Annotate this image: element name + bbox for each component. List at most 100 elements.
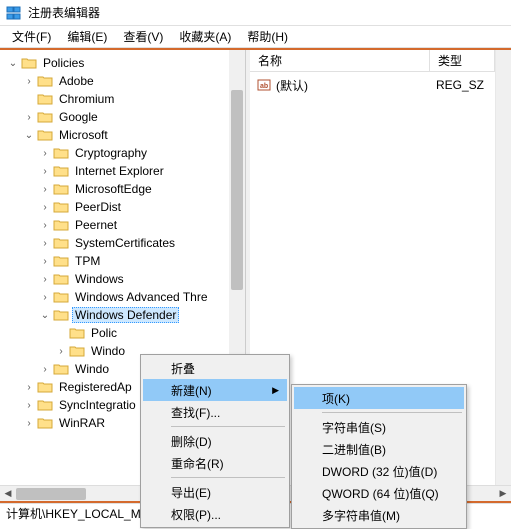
folder-icon (53, 236, 69, 250)
tree-node-label: Windows Advanced Thre (72, 289, 211, 305)
chevron-right-icon[interactable]: › (38, 200, 52, 214)
folder-icon (37, 398, 53, 412)
ctx-rename[interactable]: 重命名(R) (143, 452, 287, 474)
scrollbar-thumb[interactable] (231, 90, 243, 290)
list-cell-type: REG_SZ (436, 78, 484, 92)
ctx-separator (171, 477, 285, 478)
list-vertical-scrollbar[interactable] (495, 50, 511, 501)
menu-edit[interactable]: 编辑(E) (59, 26, 115, 47)
tree-node-label: Adobe (56, 73, 97, 89)
ctx-new-string[interactable]: 字符串值(S) (294, 416, 464, 438)
ctx-new-qword[interactable]: QWORD (64 位)值(Q) (294, 482, 464, 504)
ctx-separator (171, 426, 285, 427)
chevron-right-icon[interactable]: › (38, 164, 52, 178)
chevron-right-icon[interactable]: › (38, 218, 52, 232)
chevron-right-icon[interactable]: › (22, 416, 36, 430)
chevron-right-icon[interactable]: › (22, 74, 36, 88)
chevron-down-icon[interactable]: ⌄ (38, 308, 52, 322)
status-path: 计算机\HKEY_LOCAL_M (6, 505, 141, 522)
folder-icon (53, 218, 69, 232)
chevron-right-icon[interactable]: › (38, 362, 52, 376)
ctx-collapse[interactable]: 折叠 (143, 357, 287, 379)
menu-favorites[interactable]: 收藏夹(A) (171, 26, 239, 47)
chevron-right-icon[interactable]: › (38, 146, 52, 160)
folder-icon (53, 146, 69, 160)
tree-node-label: MicrosoftEdge (72, 181, 155, 197)
tree-node[interactable]: ›TPM (2, 252, 245, 270)
tree-node-label: Polic (88, 325, 120, 341)
menu-help[interactable]: 帮助(H) (239, 26, 296, 47)
ctx-new-dword[interactable]: DWORD (32 位)值(D) (294, 460, 464, 482)
tree-node[interactable]: Polic (2, 324, 245, 342)
tree-node[interactable]: ›Cryptography (2, 144, 245, 162)
chevron-right-icon[interactable]: › (38, 254, 52, 268)
chevron-right-icon[interactable]: › (38, 290, 52, 304)
tree-node-label: Windo (72, 361, 112, 377)
folder-icon (37, 380, 53, 394)
tree-node-label: Internet Explorer (72, 163, 167, 179)
tree-node[interactable]: › SystemCertificates (2, 234, 245, 252)
ctx-new[interactable]: 新建(N) ▶ (143, 379, 287, 401)
chevron-down-icon[interactable]: ⌄ (6, 56, 20, 70)
tree-node[interactable]: Chromium (2, 90, 245, 108)
folder-icon (53, 308, 69, 322)
tree-node[interactable]: › MicrosoftEdge (2, 180, 245, 198)
chevron-right-icon[interactable]: › (38, 272, 52, 286)
scroll-right-button[interactable]: ▶ (495, 485, 511, 501)
tree-node[interactable]: › Adobe (2, 72, 245, 90)
tree-node-label: Windo (88, 343, 128, 359)
tree-node[interactable]: › Windows Advanced Thre (2, 288, 245, 306)
chevron-right-icon[interactable]: › (22, 380, 36, 394)
tree-node-label: Microsoft (56, 127, 111, 143)
scroll-left-button[interactable]: ◀ (0, 485, 16, 501)
folder-icon (21, 56, 37, 70)
folder-icon (53, 182, 69, 196)
ctx-separator (322, 412, 462, 413)
chevron-right-icon[interactable]: › (54, 344, 68, 358)
tree-node[interactable]: ⌄ Policies (2, 54, 245, 72)
tree-node[interactable]: ›Windows (2, 270, 245, 288)
ctx-permissions[interactable]: 权限(P)... (143, 503, 287, 525)
ctx-new-key[interactable]: 项(K) (294, 387, 464, 409)
ctx-new-binary[interactable]: 二进制值(B) (294, 438, 464, 460)
menu-view[interactable]: 查看(V) (115, 26, 171, 47)
column-header-type[interactable]: 类型 (430, 50, 495, 72)
ctx-find[interactable]: 查找(F)... (143, 401, 287, 423)
window-title: 注册表编辑器 (28, 4, 100, 21)
context-menu: 折叠 新建(N) ▶ 查找(F)... 删除(D) 重命名(R) 导出(E) 权… (140, 354, 290, 528)
chevron-right-icon[interactable]: › (22, 110, 36, 124)
tree-node[interactable]: ⌄ Windows Defender (2, 306, 245, 324)
tree-node[interactable]: › Google (2, 108, 245, 126)
scrollbar-thumb[interactable] (16, 488, 86, 500)
folder-icon (37, 416, 53, 430)
ctx-delete[interactable]: 删除(D) (143, 430, 287, 452)
chevron-right-icon[interactable]: › (38, 236, 52, 250)
folder-icon (53, 200, 69, 214)
chevron-right-icon[interactable]: › (38, 182, 52, 196)
tree-node[interactable]: ›PeerDist (2, 198, 245, 216)
tree-node-label: Peernet (72, 217, 120, 233)
context-submenu-new: 项(K) 字符串值(S) 二进制值(B) DWORD (32 位)值(D) QW… (291, 384, 467, 529)
tree-node-label: Windows Defender (72, 307, 179, 323)
ctx-export[interactable]: 导出(E) (143, 481, 287, 503)
folder-icon (53, 272, 69, 286)
tree-node-label: Google (56, 109, 101, 125)
tree-node-label: SystemCertificates (72, 235, 178, 251)
folder-icon (69, 344, 85, 358)
regedit-icon (6, 5, 22, 21)
list-row[interactable]: REG_SZ (436, 76, 489, 94)
tree-node[interactable]: › Peernet (2, 216, 245, 234)
tree-node[interactable]: ⌄ Microsoft (2, 126, 245, 144)
folder-icon (37, 92, 53, 106)
column-header-name[interactable]: 名称 (250, 50, 430, 72)
list-row[interactable]: ab (默认) (256, 76, 424, 94)
tree-node[interactable]: › Internet Explorer (2, 162, 245, 180)
list-cell-name: (默认) (276, 77, 308, 94)
folder-icon (53, 164, 69, 178)
menu-file[interactable]: 文件(F) (4, 26, 59, 47)
chevron-right-icon[interactable]: › (22, 398, 36, 412)
chevron-down-icon[interactable]: ⌄ (22, 128, 36, 142)
submenu-arrow-icon: ▶ (272, 385, 279, 396)
tree-node-label: SyncIntegratio (56, 397, 139, 413)
tree-node-label: Policies (40, 55, 87, 71)
